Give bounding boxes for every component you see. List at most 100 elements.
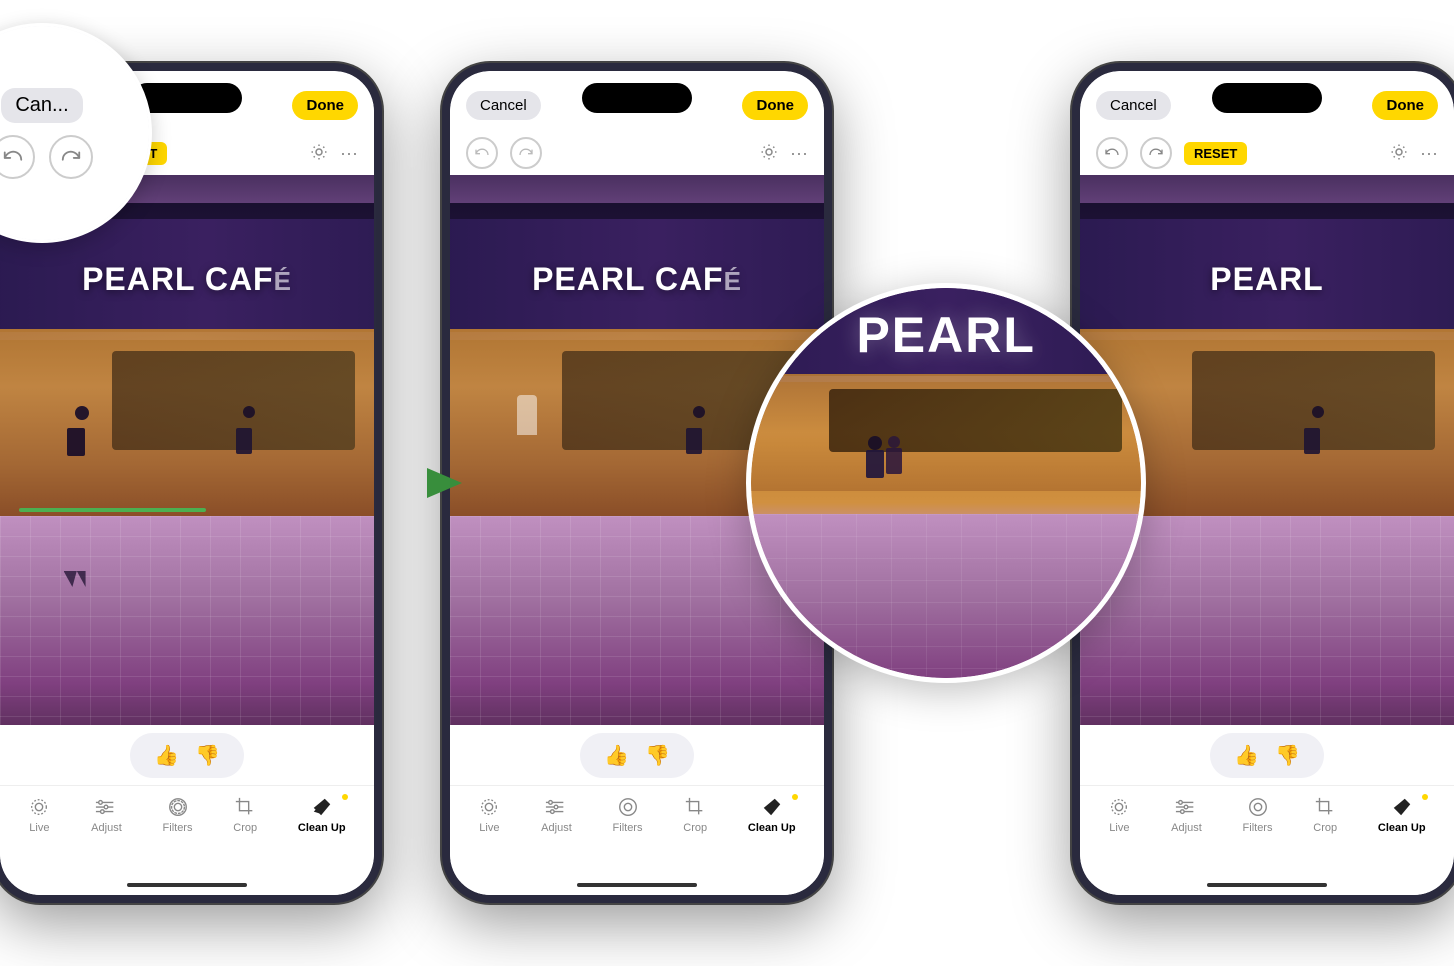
toolbar-filters-label-1: Filters: [163, 822, 193, 834]
toolbar-live-label-2: Live: [479, 822, 499, 834]
tools-bar-2: ···: [450, 131, 824, 175]
toolbar-filters-1[interactable]: Filters: [163, 796, 193, 834]
tools-right-1: ···: [310, 143, 358, 164]
more-icon-3[interactable]: ···: [1420, 143, 1438, 164]
home-indicator-3: [1080, 875, 1454, 895]
toolbar-filters-label-3: Filters: [1243, 822, 1273, 834]
toolbar-crop-1[interactable]: Crop: [233, 796, 257, 834]
home-bar-1: [127, 883, 247, 887]
person-head-1a: [75, 406, 89, 420]
photo-area-1: PEARL CAFÉ: [0, 175, 374, 725]
thumbs-up-1[interactable]: 👍: [154, 743, 179, 768]
magnified-redo-icon: [49, 135, 93, 179]
thumbs-up-3[interactable]: 👍: [1234, 743, 1259, 768]
gold-dot-2: [792, 794, 798, 800]
like-pill-3: 👍 👎: [1210, 733, 1324, 778]
toolbar-live-3[interactable]: Live: [1108, 796, 1130, 834]
undo-btn-2[interactable]: [466, 137, 498, 169]
main-scene: Can...: [0, 0, 1454, 966]
more-icon-1[interactable]: ···: [340, 143, 358, 164]
phone-2-wrapper: Cancel Done: [442, 63, 832, 903]
green-line-1: [19, 504, 206, 516]
toolbar-adjust-label-3: Adjust: [1171, 822, 1202, 834]
toolbar-cleanup-3[interactable]: Clean Up: [1378, 796, 1426, 834]
zoom-sign-area: PEARL: [751, 288, 1141, 382]
photo-bg-1: PEARL CAFÉ: [0, 175, 374, 725]
toolbar-live-2[interactable]: Live: [478, 796, 500, 834]
like-bar-1: 👍 👎: [0, 725, 374, 785]
undo-btn-3[interactable]: [1096, 137, 1128, 169]
person-head-1b: [243, 406, 255, 418]
toolbar-live-1[interactable]: Live: [28, 796, 50, 834]
redo-btn-2[interactable]: [510, 137, 542, 169]
like-bar-2: 👍 👎: [450, 725, 824, 785]
cancel-button-2[interactable]: Cancel: [466, 91, 541, 120]
toolbar-adjust-1[interactable]: Adjust: [91, 796, 122, 834]
bottom-toolbar-3: Live Adjust Filters Crop: [1080, 785, 1454, 875]
home-bar-3: [1207, 883, 1327, 887]
toolbar-crop-2[interactable]: Crop: [683, 796, 707, 834]
toolbar-live-label-3: Live: [1109, 822, 1129, 834]
toolbar-cleanup-2[interactable]: Clean Up: [748, 796, 796, 834]
reset-button-3[interactable]: RESET: [1184, 142, 1247, 165]
floor-tiles-1: [0, 516, 374, 725]
counter-1: [112, 351, 355, 450]
toolbar-adjust-2[interactable]: Adjust: [541, 796, 572, 834]
like-pill-1: 👍 👎: [130, 733, 244, 778]
sign-text-3: PEARL: [1210, 261, 1323, 298]
tools-left-2: [466, 137, 542, 169]
zoom-people-group: [868, 436, 898, 486]
toolbar-live-label-1: Live: [29, 822, 49, 834]
like-pill-2: 👍 👎: [580, 733, 694, 778]
toolbar-crop-label-2: Crop: [683, 822, 707, 834]
zoom-floor-tiles: [751, 514, 1141, 678]
gold-dot-3: [1422, 794, 1428, 800]
toolbar-crop-label-1: Crop: [233, 822, 257, 834]
zoom-circle-right-inner: PEARL: [751, 288, 1141, 678]
dynamic-island-3: [1212, 83, 1322, 113]
person-body-3a: [1304, 428, 1320, 454]
redo-btn-3[interactable]: [1140, 137, 1172, 169]
toolbar-crop-label-3: Crop: [1313, 822, 1337, 834]
auto-icon-2: [760, 143, 778, 164]
toolbar-cleanup-1[interactable]: Clean Up: [298, 796, 346, 834]
auto-icon-1: [310, 143, 328, 164]
toolbar-crop-3[interactable]: Crop: [1313, 796, 1337, 834]
toolbar-cleanup-label-3: Clean Up: [1378, 822, 1426, 834]
tools-bar-3: RESET ···: [1080, 131, 1454, 175]
home-indicator-2: [450, 875, 824, 895]
cancel-button-3[interactable]: Cancel: [1096, 91, 1171, 120]
gold-dot-1: [342, 794, 348, 800]
arrow-svg: [372, 453, 462, 513]
person-head-2a: [693, 406, 705, 418]
auto-icon-3: [1390, 143, 1408, 164]
tools-right-2: ···: [760, 143, 808, 164]
sign-text-2: PEARL CAFÉ: [532, 261, 742, 298]
home-bar-2: [577, 883, 697, 887]
done-button-2[interactable]: Done: [742, 91, 808, 120]
toolbar-filters-2[interactable]: Filters: [613, 796, 643, 834]
more-icon-2[interactable]: ···: [790, 143, 808, 164]
thumbs-up-2[interactable]: 👍: [604, 743, 629, 768]
toolbar-adjust-label-2: Adjust: [541, 822, 572, 834]
done-button-1[interactable]: Done: [292, 91, 358, 120]
toolbar-filters-label-2: Filters: [613, 822, 643, 834]
dynamic-island-2: [582, 83, 692, 113]
thumbs-down-1[interactable]: 👎: [195, 743, 220, 768]
person-head-3a: [1312, 406, 1324, 418]
toolbar-filters-3[interactable]: Filters: [1243, 796, 1273, 834]
sign-text-1: PEARL CAFÉ: [82, 261, 292, 298]
thumbs-down-2[interactable]: 👎: [645, 743, 670, 768]
tools-left-3: RESET: [1096, 137, 1247, 169]
done-button-3[interactable]: Done: [1372, 91, 1438, 120]
toolbar-adjust-3[interactable]: Adjust: [1171, 796, 1202, 834]
toolbar-cleanup-label-2: Clean Up: [748, 822, 796, 834]
zoom-sign-text: PEARL: [856, 306, 1035, 364]
toolbar-adjust-label-1: Adjust: [91, 822, 122, 834]
phone-1-wrapper: Can...: [0, 63, 382, 903]
bottom-toolbar-1: Live Adjust Filters Crop: [0, 785, 374, 875]
zoom-circle-right: PEARL: [746, 283, 1146, 683]
home-indicator-1: [0, 875, 374, 895]
thumbs-down-3[interactable]: 👎: [1275, 743, 1300, 768]
tools-right-3: ···: [1390, 143, 1438, 164]
